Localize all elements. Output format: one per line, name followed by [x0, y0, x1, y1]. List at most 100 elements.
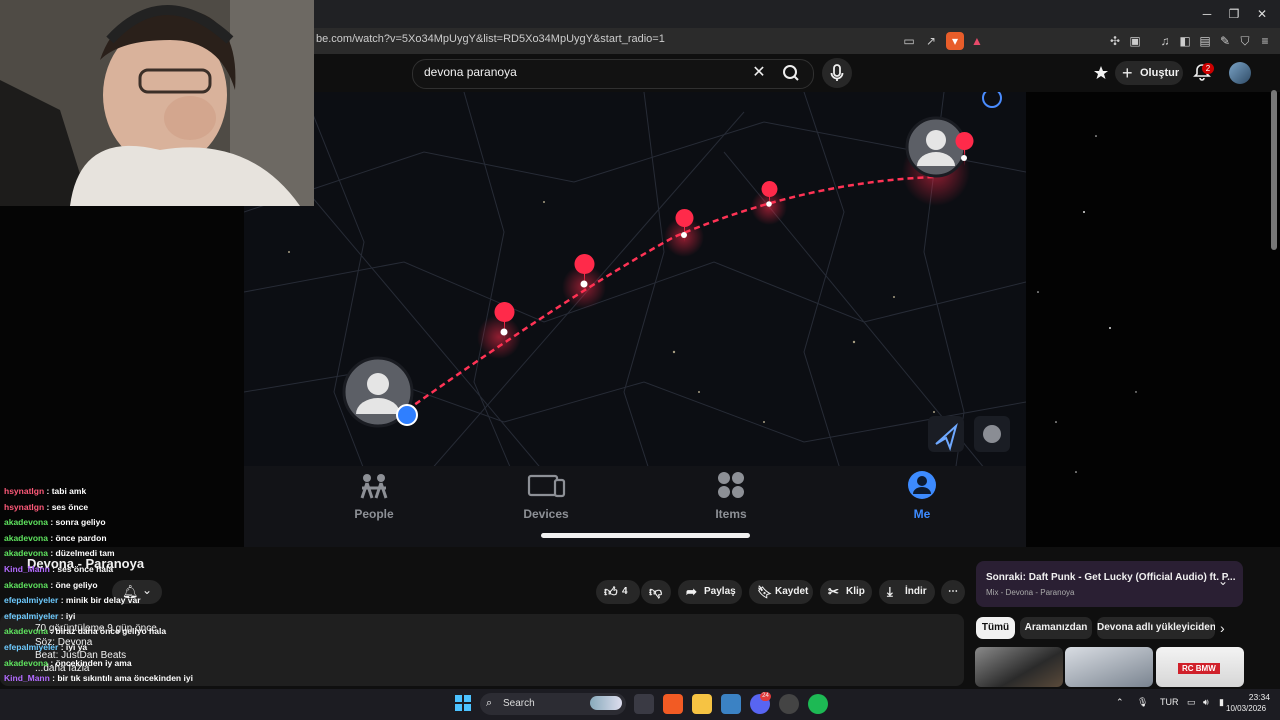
- file-explorer-icon[interactable]: [692, 694, 712, 714]
- chat-text: : önce pardon: [47, 532, 107, 543]
- download-button[interactable]: ⤓ İndir: [879, 580, 935, 604]
- up-next-subtitle: Mix - Devona - Paranoya: [986, 588, 1075, 597]
- maximize-icon[interactable]: ❐: [1226, 6, 1242, 22]
- brave-browser-icon[interactable]: [663, 694, 683, 714]
- search-input[interactable]: devona paranoya: [424, 65, 517, 79]
- brave-rewards-icon[interactable]: ▲: [968, 32, 986, 50]
- chat-message: efepalmiyeler : iyi: [4, 611, 75, 621]
- battery-icon[interactable]: ▮: [1219, 697, 1224, 708]
- chat-message: efepalmiyeler : iyi ya: [4, 642, 87, 652]
- search-icon[interactable]: [774, 60, 810, 86]
- clock-date[interactable]: 10/03/2026: [1226, 704, 1266, 713]
- info-icon[interactable]: [978, 86, 1004, 112]
- bookmark-icon: 🔖︎: [757, 585, 773, 599]
- like-count: 4: [622, 586, 628, 597]
- task-view-icon[interactable]: [634, 694, 654, 714]
- windows-start-icon[interactable]: [455, 695, 471, 711]
- language-indicator[interactable]: TUR: [1160, 697, 1179, 707]
- scissors-icon: ✂: [828, 584, 839, 599]
- nav-devices: Devices: [506, 470, 586, 521]
- chat-message: akadevona : önce pardon: [4, 533, 107, 543]
- voice-search-icon[interactable]: [822, 58, 852, 88]
- chevron-up-icon[interactable]: ⌃: [1116, 697, 1124, 708]
- clip-button[interactable]: ✂ Klip: [820, 580, 872, 604]
- minimize-icon[interactable]: ─: [1199, 6, 1215, 22]
- chat-message: Kind_Mann : bir tık sıkıntılı ama önceki…: [4, 673, 193, 683]
- chip-from-search[interactable]: Aramanızdan: [1020, 617, 1092, 639]
- chat-text: : ses önce: [44, 501, 89, 512]
- chip-from-uploader[interactable]: Devona adlı yükleyiciden: [1097, 617, 1215, 639]
- vpn-icon[interactable]: ⛉: [1236, 32, 1254, 50]
- video-thumbnail[interactable]: [975, 647, 1063, 687]
- share-page-icon[interactable]: ↗: [922, 32, 940, 50]
- chat-message: efepalmiyeler : minik bir delay var: [4, 595, 141, 605]
- notification-badge: 2: [1202, 63, 1214, 74]
- menu-icon[interactable]: ≡: [1256, 32, 1274, 50]
- premium-star-icon[interactable]: [1092, 64, 1110, 82]
- chat-username: akadevona: [4, 657, 48, 668]
- video-thumbnail[interactable]: RC BMW: [1156, 647, 1244, 687]
- app-icon[interactable]: [721, 694, 741, 714]
- volume-icon[interactable]: 🔊︎: [1203, 697, 1209, 708]
- search-icon: ⌕: [486, 697, 493, 709]
- chat-username: akadevona: [4, 626, 48, 637]
- me-icon: [908, 471, 936, 499]
- chat-username: Kind_Mann: [4, 564, 50, 574]
- thumbs-up-icon: 👍︎: [604, 584, 618, 599]
- music-icon[interactable]: ♫: [1156, 32, 1174, 50]
- up-next-box[interactable]: [976, 561, 1243, 607]
- nav-items-label: Items: [715, 507, 747, 521]
- save-label: Kaydet: [775, 586, 809, 597]
- close-window-icon[interactable]: ✕: [1254, 6, 1270, 22]
- screenshot-icon[interactable]: ▣: [1126, 32, 1144, 50]
- chat-text: : biraz daha önce geliyo hala: [47, 626, 167, 637]
- people-icon: [360, 474, 388, 499]
- obs-icon[interactable]: [779, 694, 799, 714]
- nav-me-label: Me: [913, 507, 931, 521]
- download-label: İndir: [905, 586, 927, 597]
- thumbnail-text: RC BMW: [1178, 663, 1220, 674]
- video-side-area: [1026, 92, 1280, 547]
- items-icon: [718, 472, 744, 498]
- chat-username: akadevona: [4, 579, 48, 590]
- stream-chat-overlay: hsynatlgn : tabi amk hsynatlgn : ses önce…: [0, 470, 244, 714]
- save-button[interactable]: 🔖︎ Kaydet: [749, 580, 813, 604]
- cast-icon[interactable]: ▭: [900, 32, 918, 50]
- page-scrollbar[interactable]: [1271, 90, 1277, 250]
- dislike-button[interactable]: 👎︎: [641, 580, 671, 604]
- chat-text: : düzelmedi tam: [47, 548, 115, 559]
- wallet-icon[interactable]: ▤: [1196, 32, 1214, 50]
- chat-text: : iyi ya: [58, 642, 88, 652]
- like-button[interactable]: 👍︎ 4: [596, 580, 640, 604]
- chat-text: : bir tık sıkıntılı ama öncekinden iyi: [49, 673, 193, 684]
- video-thumbnail[interactable]: [1065, 647, 1153, 687]
- chip-all[interactable]: Tümü: [976, 617, 1015, 639]
- clock-time[interactable]: 23:34: [1232, 692, 1270, 702]
- microphone-icon[interactable]: 🎙︎: [1137, 697, 1148, 708]
- sidebar-icon[interactable]: ◧: [1176, 32, 1194, 50]
- thumbs-down-icon: 👎︎: [649, 584, 663, 599]
- brave-shield-icon[interactable]: ▾: [946, 32, 964, 50]
- account-avatar[interactable]: [1229, 62, 1251, 84]
- chat-username: hsynatlgn: [4, 486, 45, 496]
- url-text[interactable]: be.com/watch?v=5Xo34MpUygY&list=RD5Xo34M…: [316, 33, 896, 49]
- spotify-icon[interactable]: [808, 694, 828, 714]
- chat-username: efepalmiyeler: [4, 610, 59, 621]
- share-label: Paylaş: [704, 586, 736, 597]
- chat-message: hsynatlgn : tabi amk: [4, 486, 86, 496]
- network-icon[interactable]: ▭: [1187, 697, 1196, 708]
- more-actions-icon[interactable]: ⋯: [941, 580, 965, 604]
- chat-message: akadevona : öne geliyo: [4, 580, 98, 590]
- leo-icon[interactable]: ✎: [1216, 32, 1234, 50]
- share-button[interactable]: ➦ Paylaş: [678, 580, 742, 604]
- up-next-title[interactable]: Sonraki: Daft Punk - Get Lucky (Official…: [986, 572, 1235, 583]
- search-highlight-icon: [590, 696, 622, 710]
- chat-message: hsynatlgn : ses önce: [4, 502, 88, 512]
- chevron-down-icon[interactable]: ⌄: [1218, 574, 1228, 588]
- extensions-icon[interactable]: ✣: [1106, 32, 1124, 50]
- download-icon: ⤓: [887, 584, 893, 599]
- chevron-right-icon[interactable]: ›: [1220, 620, 1225, 636]
- clear-search-icon[interactable]: ✕: [750, 62, 768, 82]
- chat-text: : tabi amk: [44, 486, 87, 496]
- chat-username: akadevona: [4, 517, 48, 528]
